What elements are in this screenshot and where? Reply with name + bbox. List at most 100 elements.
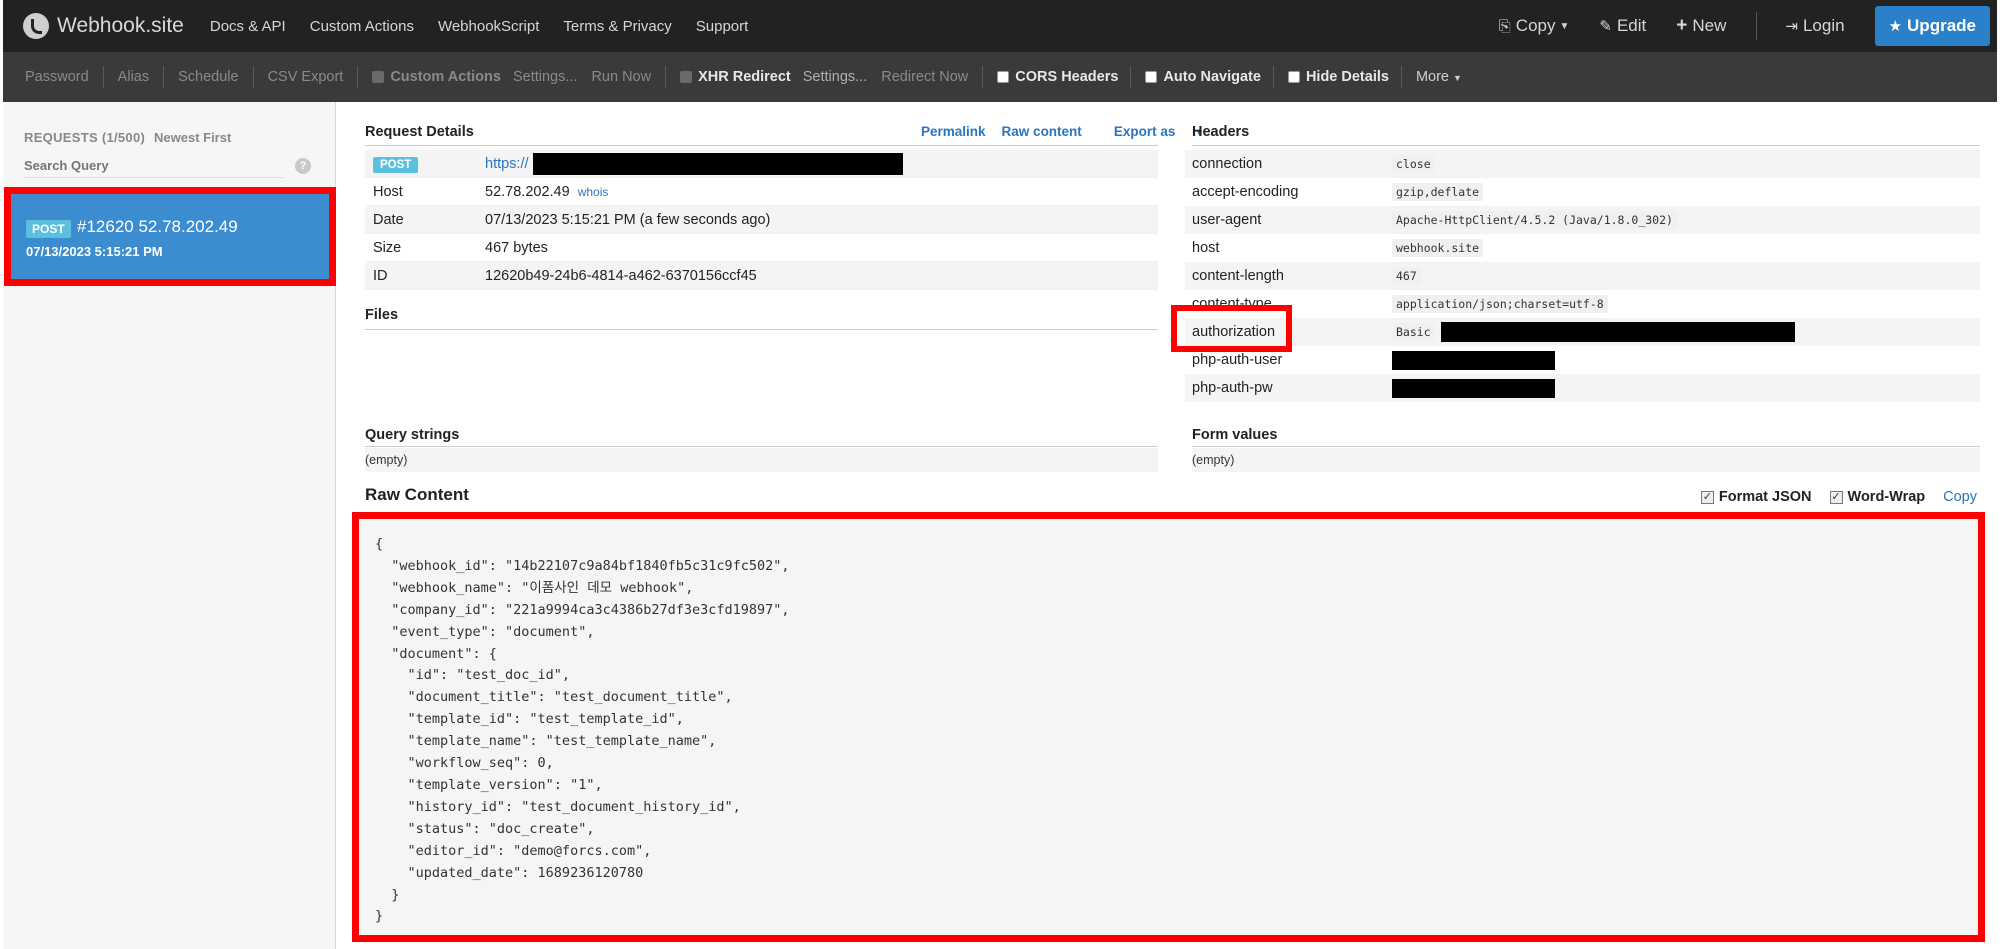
redacted-block bbox=[1440, 322, 1795, 342]
more-dropdown[interactable]: More ▼ bbox=[1416, 69, 1462, 85]
section-divider bbox=[365, 145, 1158, 146]
header-value: Basic bbox=[1392, 322, 1795, 342]
hide-details-checkbox[interactable] bbox=[1287, 71, 1300, 83]
brand[interactable]: Webhook.site bbox=[23, 13, 184, 39]
query-strings-title: Query strings bbox=[365, 427, 460, 443]
xhr-redirect-checkbox[interactable] bbox=[680, 71, 693, 83]
edit-button[interactable]: ✎ Edit bbox=[1599, 16, 1646, 36]
copy-dropdown[interactable]: ⎘ Copy ▼ bbox=[1499, 16, 1570, 36]
sort-order-toggle[interactable]: Newest First bbox=[154, 130, 231, 145]
nav-custom-actions[interactable]: Custom Actions bbox=[310, 18, 414, 35]
redirect-now-button[interactable]: Redirect Now bbox=[881, 69, 968, 85]
detail-row-size: Size 467 bytes bbox=[365, 234, 1158, 262]
requests-count: REQUESTS (1/500) bbox=[24, 130, 146, 145]
auto-navigate-toggle[interactable]: Auto Navigate bbox=[1145, 69, 1261, 85]
export-as-dropdown[interactable]: Export as ▼ bbox=[1098, 124, 1204, 139]
schedule-button[interactable]: Schedule bbox=[178, 69, 238, 85]
custom-actions-settings[interactable]: Settings... bbox=[513, 69, 577, 85]
detail-key: Date bbox=[373, 211, 404, 228]
header-key: content-length bbox=[1192, 268, 1284, 284]
brand-name: Webhook.site bbox=[57, 14, 184, 37]
custom-actions-checkbox[interactable] bbox=[372, 71, 385, 83]
password-button[interactable]: Password bbox=[25, 69, 89, 85]
query-strings-value: (empty) bbox=[365, 453, 408, 467]
nav-divider bbox=[1756, 12, 1758, 40]
caret-down-icon: ▼ bbox=[1453, 73, 1462, 83]
new-label: New bbox=[1692, 16, 1727, 35]
csv-export-button[interactable]: CSV Export bbox=[268, 69, 344, 85]
header-key: accept-encoding bbox=[1192, 184, 1299, 200]
upgrade-button[interactable]: ★ Upgrade bbox=[1874, 6, 1990, 46]
word-wrap-checkbox[interactable]: ✓ bbox=[1829, 490, 1843, 504]
nav-webhookscript[interactable]: WebhookScript bbox=[438, 18, 539, 35]
header-row-authorization: authorization Basic bbox=[1185, 318, 1980, 346]
auto-navigate-label: Auto Navigate bbox=[1163, 69, 1261, 85]
whois-link[interactable]: whois bbox=[578, 185, 609, 199]
request-list-item[interactable]: POST #12620 52.78.202.49 07/13/2023 5:15… bbox=[4, 187, 336, 286]
raw-json-body[interactable]: { "webhook_id": "14b22107c9a84bf1840fb5c… bbox=[375, 534, 790, 928]
toolbar-divider bbox=[982, 66, 984, 88]
login-icon: ⇥ bbox=[1785, 18, 1798, 35]
raw-content-link[interactable]: Raw content bbox=[1002, 124, 1082, 139]
login-label: Login bbox=[1802, 16, 1845, 35]
alias-button[interactable]: Alias bbox=[118, 69, 149, 85]
permalink-link[interactable]: Permalink bbox=[921, 124, 986, 139]
header-row: php-auth-user bbox=[1185, 346, 1980, 374]
more-label: More bbox=[1415, 69, 1449, 85]
detail-row-id: ID 12620b49-24b6-4814-a462-6370156ccf45 bbox=[365, 262, 1158, 290]
auto-navigate-checkbox[interactable] bbox=[1145, 71, 1158, 83]
nav-terms-privacy[interactable]: Terms & Privacy bbox=[563, 18, 671, 35]
help-icon[interactable]: ? bbox=[295, 158, 311, 174]
hide-details-toggle[interactable]: Hide Details bbox=[1287, 69, 1389, 85]
toolbar-divider bbox=[102, 66, 104, 88]
method-badge: POST bbox=[26, 220, 71, 238]
files-title: Files bbox=[365, 307, 399, 323]
custom-actions-label: Custom Actions bbox=[390, 69, 501, 85]
edit-icon: ✎ bbox=[1599, 18, 1612, 35]
format-json-checkbox[interactable]: ✓ bbox=[1700, 490, 1714, 504]
redacted-block bbox=[532, 152, 903, 175]
cors-headers-checkbox[interactable] bbox=[997, 71, 1010, 83]
header-key: php-auth-pw bbox=[1192, 380, 1273, 396]
header-key: user-agent bbox=[1192, 212, 1262, 228]
copy-raw-link[interactable]: Copy bbox=[1943, 489, 1977, 505]
run-now-button[interactable]: Run Now bbox=[591, 69, 651, 85]
header-key: connection bbox=[1192, 156, 1263, 172]
login-button[interactable]: ⇥ Login bbox=[1785, 16, 1844, 36]
headers-title: Headers bbox=[1192, 124, 1250, 140]
search-query-input[interactable] bbox=[24, 154, 284, 178]
nav-docs-api[interactable]: Docs & API bbox=[210, 18, 286, 35]
header-value-code: Apache-HttpClient/4.5.2 (Java/1.8.0_302) bbox=[1392, 211, 1677, 229]
raw-content-title: Raw Content bbox=[365, 485, 469, 504]
xhr-redirect-settings[interactable]: Settings... bbox=[803, 69, 867, 85]
requests-sidebar: REQUESTS (1/500) Newest First ? POST #12… bbox=[3, 102, 336, 949]
header-value: gzip,deflate bbox=[1392, 183, 1484, 201]
detail-key: ID bbox=[373, 267, 388, 284]
request-url-link[interactable]: https:// bbox=[485, 155, 529, 171]
header-row: accept-encoding gzip,deflate bbox=[1185, 178, 1980, 206]
section-divider bbox=[365, 446, 1158, 447]
export-as-label: Export as bbox=[1113, 124, 1176, 139]
header-value: Apache-HttpClient/4.5.2 (Java/1.8.0_302) bbox=[1392, 211, 1677, 229]
id-value: 12620b49-24b6-4814-a462-6370156ccf45 bbox=[485, 267, 757, 284]
custom-actions-toggle[interactable]: Custom Actions bbox=[372, 69, 501, 85]
header-value-code: webhook.site bbox=[1392, 239, 1484, 257]
copy-icon: ⎘ bbox=[1498, 17, 1511, 35]
format-json-toggle[interactable]: ✓ Format JSON bbox=[1700, 489, 1812, 505]
new-button[interactable]: + New bbox=[1676, 15, 1726, 37]
webhook-logo-icon bbox=[23, 13, 49, 39]
toolbar: Password Alias Schedule CSV Export Custo… bbox=[3, 52, 1997, 102]
raw-content-box: { "webhook_id": "14b22107c9a84bf1840fb5c… bbox=[352, 512, 1985, 942]
header-value: application/json;charset=utf-8 bbox=[1392, 295, 1608, 313]
form-values-row bbox=[1192, 448, 1980, 472]
method-badge: POST bbox=[373, 156, 419, 173]
caret-down-icon: ▼ bbox=[1559, 20, 1570, 32]
redacted-block bbox=[1392, 350, 1555, 370]
word-wrap-toggle[interactable]: ✓ Word-Wrap bbox=[1829, 489, 1925, 505]
size-value: 467 bytes bbox=[485, 239, 548, 256]
header-row: content-length 467 bbox=[1185, 262, 1980, 290]
xhr-redirect-toggle[interactable]: XHR Redirect bbox=[680, 69, 791, 85]
format-json-label: Format JSON bbox=[1718, 489, 1812, 505]
nav-support[interactable]: Support bbox=[696, 18, 749, 35]
cors-headers-toggle[interactable]: CORS Headers bbox=[997, 69, 1118, 85]
